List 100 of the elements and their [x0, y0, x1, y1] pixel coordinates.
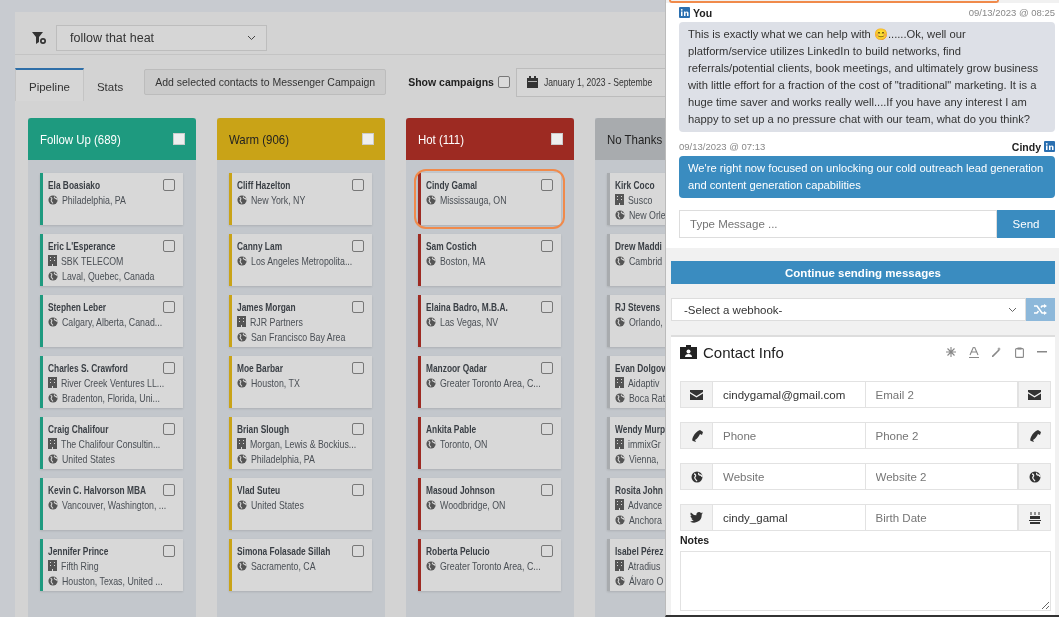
contact-card[interactable]: Moe Barbar Houston, TX: [229, 356, 372, 408]
card-checkbox[interactable]: [541, 300, 553, 313]
contact-card[interactable]: Masoud Johnson Woodbridge, ON: [418, 478, 561, 530]
contact-location: Vienna,: [629, 452, 659, 465]
contact-card[interactable]: Roberta Pelucio Greater Toronto Area, C...: [418, 539, 561, 591]
linkedin-icon: [679, 7, 690, 19]
contact-field[interactable]: Phone 2: [865, 422, 1018, 449]
card-checkbox[interactable]: [163, 239, 175, 252]
webhook-dropdown[interactable]: -Select a webhook-: [671, 298, 1026, 321]
contact-field[interactable]: Email 2: [865, 381, 1018, 408]
contact-field[interactable]: Website 2: [865, 463, 1018, 490]
text-format-icon[interactable]: [969, 346, 979, 358]
company-name: SBK TELECOM: [61, 254, 124, 267]
card-checkbox[interactable]: [163, 544, 175, 557]
date-range-button[interactable]: January 1, 2023 - Septembe: [515, 67, 665, 97]
tab[interactable]: Stats: [83, 67, 137, 101]
contact-card[interactable]: RJ Stevens Orlando,: [607, 295, 665, 347]
card-checkbox[interactable]: [163, 178, 175, 191]
card-checkbox[interactable]: [352, 544, 364, 557]
phone-icon: [690, 429, 703, 442]
contact-card[interactable]: Craig Chalifour The Chalifour Consultin... United States: [40, 417, 183, 469]
company-name: immixGr: [628, 437, 661, 450]
contact-name: Ankita Pable: [426, 422, 477, 435]
contact-location: Toronto, ON: [440, 437, 488, 450]
contact-card[interactable]: Evan Dolgov Aidaptiv Boca Rat: [607, 356, 665, 408]
card-checkbox[interactable]: [541, 178, 553, 191]
card-checkbox[interactable]: [352, 178, 364, 191]
globe-icon: [237, 560, 247, 571]
contact-card[interactable]: James Morgan RJR Partners San Francisco Bay Area: [229, 295, 372, 347]
contact-name: Sam Costich: [426, 239, 477, 252]
message-input[interactable]: Type Message ...: [679, 209, 997, 238]
card-checkbox[interactable]: [541, 239, 553, 252]
globe-icon: [615, 316, 625, 327]
card-checkbox[interactable]: [163, 361, 175, 374]
minimize-icon[interactable]: [1037, 351, 1047, 353]
contact-card[interactable]: Jennifer Prince Fifth Ring Houston, Texas, United ...: [40, 539, 183, 591]
contact-field[interactable]: Phone: [713, 422, 866, 449]
column-checkbox[interactable]: [173, 133, 185, 145]
contact-card[interactable]: Rosita John Advance Anchora: [607, 478, 665, 530]
contact-card[interactable]: Sam Costich Boston, MA: [418, 234, 561, 286]
card-checkbox[interactable]: [352, 483, 364, 496]
send-button[interactable]: Send: [997, 209, 1055, 238]
contact-card[interactable]: Brian Slough Morgan, Lewis & Bockius... Philadelphia, PA: [229, 417, 372, 469]
contact-card[interactable]: Isabel Pérez Atradius Álvaro O: [607, 539, 665, 591]
filter-dropdown[interactable]: follow that heat: [56, 25, 267, 51]
contact-field[interactable]: cindygamal@gmail.com: [713, 381, 866, 408]
contact-card[interactable]: Vlad Suteu United States: [229, 478, 372, 530]
contact-field[interactable]: Website: [713, 463, 866, 490]
contact-card[interactable]: Ela Boasiako Philadelphia, PA: [40, 173, 183, 225]
company-name: Aidaptiv: [628, 376, 660, 389]
contact-name: Manzoor Qadar: [426, 361, 487, 374]
contact-card[interactable]: Wendy Murp immixGr Vienna,: [607, 417, 665, 469]
contact-card[interactable]: Cindy Gamal Mississauga, ON: [418, 173, 561, 225]
contact-field[interactable]: cindy_gamal: [713, 504, 866, 531]
card-checkbox[interactable]: [163, 422, 175, 435]
message-time: 09/13/2023 @ 08:25: [968, 7, 1055, 19]
contact-card[interactable]: Simona Folasade Sillah Sacramento, CA: [229, 539, 372, 591]
shuffle-button[interactable]: [1026, 298, 1055, 321]
continue-sending-button[interactable]: Continue sending messages: [671, 260, 1055, 285]
column-checkbox[interactable]: [551, 133, 563, 145]
column-title: No Thanks: [607, 131, 663, 147]
clipboard-icon[interactable]: [1015, 346, 1024, 358]
snowflake-icon[interactable]: [946, 347, 956, 357]
contact-card[interactable]: Stephen Leber Calgary, Alberta, Canad...: [40, 295, 183, 347]
card-checkbox[interactable]: [352, 422, 364, 435]
contact-card[interactable]: Kevin C. Halvorson MBA Vancouver, Washington, ...: [40, 478, 183, 530]
card-checkbox[interactable]: [541, 483, 553, 496]
card-checkbox[interactable]: [352, 361, 364, 374]
show-campaigns-checkbox[interactable]: [497, 76, 510, 88]
contact-card[interactable]: Kirk Coco Susco New Orle: [607, 173, 665, 225]
globe-icon: [426, 438, 436, 449]
card-checkbox[interactable]: [163, 300, 175, 313]
magic-wand-icon[interactable]: [992, 347, 1002, 357]
contact-card[interactable]: Canny Lam Los Angeles Metropolita...: [229, 234, 372, 286]
contact-card[interactable]: Drew Maddi Cambrid: [607, 234, 665, 286]
notes-field[interactable]: [680, 551, 1051, 611]
filter-icon: [32, 32, 46, 44]
card-checkbox[interactable]: [352, 300, 364, 313]
card-checkbox[interactable]: [541, 422, 553, 435]
card-checkbox[interactable]: [541, 361, 553, 374]
globe-icon: [48, 316, 58, 327]
contact-card[interactable]: Charles S. Crawford River Creek Ventures LL... Bradenton, Florida, Uni...: [40, 356, 183, 408]
contact-location: Boston, MA: [440, 254, 486, 267]
card-checkbox[interactable]: [352, 239, 364, 252]
tab[interactable]: Pipeline: [15, 67, 84, 101]
contact-card[interactable]: Manzoor Qadar Greater Toronto Area, C...: [418, 356, 561, 408]
contact-card[interactable]: Cliff Hazelton New York, NY: [229, 173, 372, 225]
contact-card[interactable]: Ankita Pable Toronto, ON: [418, 417, 561, 469]
building-icon: [48, 255, 57, 266]
contact-name: Jennifer Prince: [48, 544, 109, 557]
contact-field[interactable]: Birth Date: [865, 504, 1018, 531]
contact-card[interactable]: Elaina Badro, M.B.A. Las Vegas, NV: [418, 295, 561, 347]
card-checkbox[interactable]: [541, 544, 553, 557]
card-checkbox[interactable]: [163, 483, 175, 496]
contact-card[interactable]: Eric L'Esperance SBK TELECOM Laval, Quebec, Canada: [40, 234, 183, 286]
globe-icon: [48, 392, 58, 403]
column-checkbox[interactable]: [362, 133, 374, 145]
globe-icon: [48, 453, 58, 464]
contact-location: New York, NY: [251, 193, 306, 206]
add-to-campaign-button[interactable]: Add selected contacts to Messenger Campaign: [144, 69, 387, 95]
